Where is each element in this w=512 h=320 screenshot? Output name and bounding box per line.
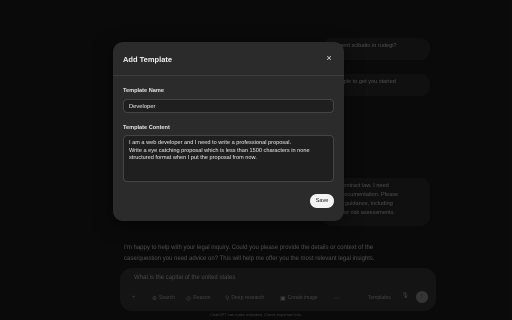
dialog-title: Add Template: [123, 55, 173, 64]
template-content-textarea[interactable]: I am a web developer and I need to write…: [123, 135, 334, 182]
template-content-line: I am a web developer and I need to write…: [129, 140, 292, 146]
template-name-input[interactable]: Developer: [123, 99, 334, 113]
template-name-label: Template Name: [123, 88, 164, 94]
save-button[interactable]: Save: [310, 194, 334, 208]
template-content-line: Write a eye catching proposal which is l…: [129, 147, 310, 154]
close-button[interactable]: ×: [324, 53, 334, 63]
add-template-dialog: Add Template × Template Name Developer T…: [113, 42, 344, 221]
template-content-label: Template Content: [123, 125, 170, 131]
close-icon: ×: [326, 53, 332, 63]
template-content-line: structured format when I put the proposa…: [129, 155, 257, 162]
dialog-divider: [113, 75, 344, 76]
